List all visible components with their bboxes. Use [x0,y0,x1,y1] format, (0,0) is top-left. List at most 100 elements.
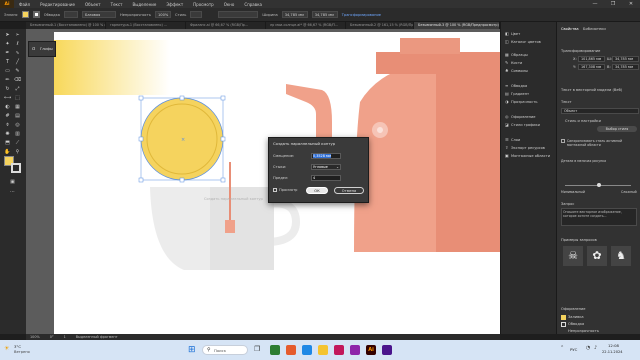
stroke-weight-field[interactable] [64,11,78,18]
detail-slider-thumb[interactable] [597,183,601,187]
dock-item-symbols[interactable]: ♣ Символы [505,69,528,74]
doc-tab[interactable]: лр мои-солнце.ai* @ 66,67 % (RGB/П... [266,22,346,29]
taskbar-app-icon[interactable] [286,345,296,355]
clock-date[interactable]: 22.11.2024 [602,350,623,354]
example-thumbnail[interactable]: ✿ [587,246,607,266]
taskbar-app-icon[interactable] [270,345,280,355]
fill-indicator[interactable] [561,315,566,320]
artboard-number[interactable]: 1 [64,335,66,339]
slice-tool-icon[interactable]: ⟋ [14,140,21,147]
more-tools-icon[interactable]: ⋯ [9,189,16,196]
prompt-textarea[interactable]: Опишите векторное изображение, которое х… [561,208,637,226]
dock-item-stroke[interactable]: ≡ Обводка [505,84,527,89]
pen-tool-icon[interactable]: ✒ [4,50,11,57]
tab-libraries[interactable]: Библиотеки [583,27,606,31]
start-button[interactable]: ⊞ [188,345,198,355]
curvature-tool-icon[interactable]: ∿ [14,50,21,57]
paintbrush-icon[interactable]: ✎ [14,68,21,75]
dock-item-graphic-styles[interactable]: ◪ Стили графики [505,123,540,128]
close-window-button[interactable]: ✕ [622,0,640,8]
choose-style-button[interactable]: Выбор стиля [597,126,637,132]
search-box[interactable]: ⚲ Поиск [202,345,248,355]
screen-mode-icon[interactable]: ▣ [9,179,16,186]
miter-input[interactable]: 4 [311,175,341,181]
height-field[interactable]: 34,785 мм [311,11,338,18]
pencil-icon[interactable]: ✏ [4,77,11,84]
task-view-icon[interactable]: ❐ [254,345,264,355]
zoom-level[interactable]: 100% [30,335,40,339]
menu-type[interactable]: Текст [106,2,128,7]
taskbar-app-icon[interactable] [334,345,344,355]
menu-edit[interactable]: Редактирование [35,2,80,7]
offset-input[interactable]: 0,3528 мм [311,153,341,159]
transform-link[interactable]: Трансформирование [342,13,381,17]
menu-file[interactable]: Файл [14,2,35,7]
direct-selection-tool-icon[interactable]: ➢ [14,32,21,39]
taskbar-app-icon[interactable] [302,345,312,355]
stroke-swatch[interactable] [32,11,40,18]
blend-tool-icon[interactable]: ◎ [14,122,21,129]
magic-wand-icon[interactable]: ✦ [4,41,11,48]
dock-item-swatches[interactable]: ▦ Образцы [505,53,528,58]
volume-icon[interactable]: ♪ [594,345,597,351]
zoom-tool-icon[interactable]: ⚲ [14,149,21,156]
doc-tab[interactable]: Безымянный-1 (Восстановлено) @ 100 % (RG… [26,22,106,29]
mesh-tool-icon[interactable]: # [4,113,11,120]
doc-tab[interactable]: Безымянный-2 @ 161,15 % (RGB/Про... [346,22,414,29]
dock-item-appearance[interactable]: ◎ Оформление [505,115,536,120]
example-thumbnail[interactable]: ☠ [563,246,583,266]
subject-select[interactable]: Объект [561,108,639,114]
graph-tool-icon[interactable]: ▥ [14,131,21,138]
taskbar-app-icon[interactable] [318,345,328,355]
style-select[interactable] [190,11,203,18]
scale-tool-icon[interactable]: ⤢ [14,86,21,93]
menu-object[interactable]: Объект [80,2,106,7]
artboard-tool-icon[interactable]: ⬒ [4,140,11,147]
rotate-tool-icon[interactable]: ↻ [4,86,11,93]
width-field[interactable]: 34,785 мм [281,11,308,18]
menu-select[interactable]: Выделение [127,2,161,7]
menu-window[interactable]: Окно [219,2,240,7]
selection-tool-icon[interactable]: ➤ [4,32,11,39]
maximize-button[interactable]: ❐ [604,0,622,8]
preview-checkbox[interactable] [273,188,277,192]
shape-builder-icon[interactable]: ◐ [4,104,11,111]
gradient-tool-icon[interactable]: ▤ [14,113,21,120]
wifi-icon[interactable]: ◔ [586,345,590,351]
dock-item-gradient[interactable]: ▤ Градиент [505,92,529,97]
stroke-color-swatch[interactable] [11,163,21,173]
free-transform-icon[interactable]: ⬚ [14,95,21,102]
dock-item-asset-export[interactable]: ⇪ Экспорт ресурсов [505,146,545,151]
menu-effect[interactable]: Эффект [161,2,188,7]
joins-select[interactable]: Угловые ⌄ [311,164,341,170]
stroke-indicator[interactable] [561,322,566,327]
dock-item-transparency[interactable]: ◑ Прозрачность [505,100,537,105]
clock-time[interactable]: 12:08 [608,343,619,348]
weather-icon[interactable]: ☀ [4,345,9,352]
dock-item-artboards[interactable]: ▣ Монтажные области [505,154,550,159]
minimize-button[interactable]: — [586,0,604,8]
taskbar-app-icon[interactable] [382,345,392,355]
rectangle-tool-icon[interactable]: ▭ [4,68,11,75]
illustrator-taskbar-icon[interactable]: Ai [366,345,376,355]
h-field[interactable]: 34,785 мм [612,64,639,70]
w-field[interactable]: 34,785 мм [612,56,639,62]
example-thumbnail[interactable]: ♞ [611,246,631,266]
eraser-icon[interactable]: ⌫ [14,77,21,84]
profile-select[interactable]: Базовая [82,11,116,18]
sync-style-checkbox[interactable] [561,139,565,143]
tray-chevron-icon[interactable]: ⌃ [560,345,564,351]
align-buttons[interactable] [218,11,259,18]
ok-button[interactable]: ОК [306,187,328,194]
lasso-icon[interactable]: ℓ [14,41,21,48]
dock-item-color-guide[interactable]: ◫ Каталог цветов [505,40,541,45]
canvas-area[interactable]: × Создать параллельный контур ꭤ Глифы [26,29,500,334]
x-field[interactable]: 101,865 мм [578,56,605,62]
rotation-angle[interactable]: 0° [50,335,54,339]
doc-tab-active[interactable]: Безымянный-3 @ 100 % (RGB/Предпросмотр) [414,22,500,29]
menu-view[interactable]: Просмотр [188,2,219,7]
tab-properties[interactable]: Свойства [561,27,579,31]
type-tool-icon[interactable]: T [4,59,11,66]
line-tool-icon[interactable]: ╱ [14,59,21,66]
eyedropper-icon[interactable]: ⌽ [4,122,11,129]
